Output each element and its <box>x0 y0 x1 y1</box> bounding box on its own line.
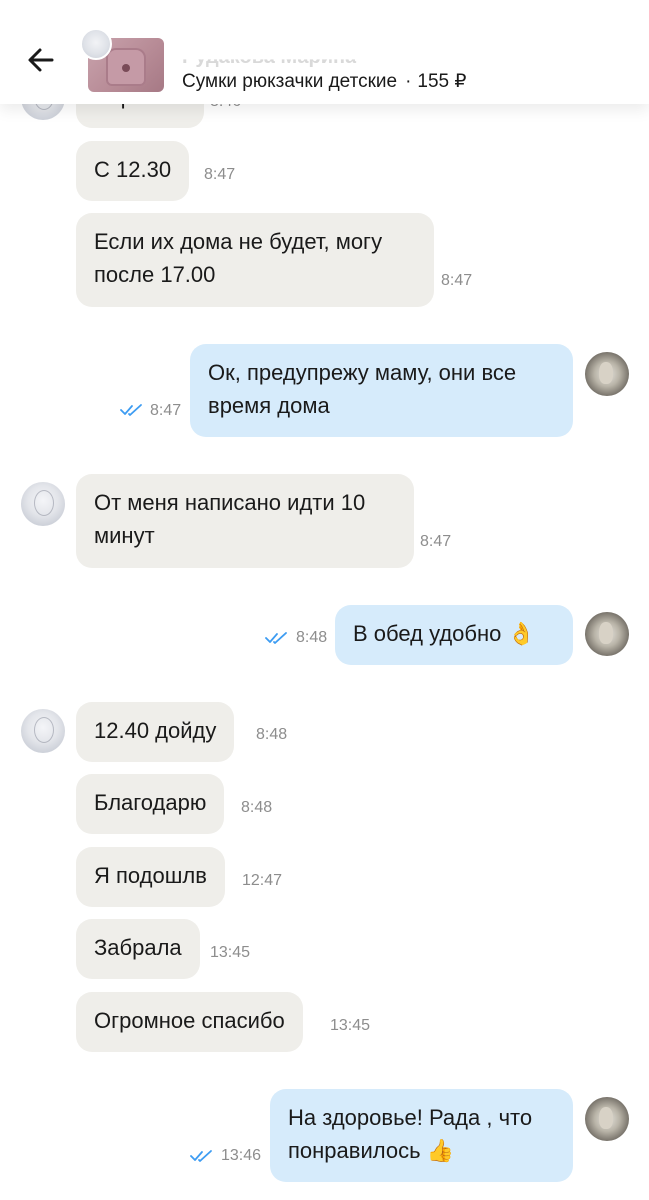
seller-name[interactable]: Рудакова Марина <box>182 59 356 69</box>
arrow-left-icon <box>28 48 54 72</box>
thumbs-up-emoji: 👍 <box>426 1138 455 1163</box>
back-button[interactable] <box>22 40 62 80</box>
seller-avatar <box>21 709 65 753</box>
my-avatar <box>585 612 629 656</box>
message-time: 8:48 <box>256 726 288 743</box>
message-time: 8:47 <box>204 166 236 183</box>
message-text: От меня написано идти 10 <box>94 490 366 515</box>
message-text: время дома <box>208 393 330 418</box>
message-text: Благодарю <box>94 790 207 815</box>
double-check-icon <box>265 632 287 644</box>
message-time: 8:47 <box>441 272 473 289</box>
listing-price: 155 ₽ <box>417 71 467 92</box>
double-check-icon <box>190 1150 212 1162</box>
message-text: С 12.30 <box>94 157 172 182</box>
message-text: На здоровье! Рада , что <box>288 1105 533 1130</box>
seller-avatar[interactable] <box>80 28 112 60</box>
message-text: понравилось <box>288 1138 421 1163</box>
message-bubble-incoming: Забрала <box>76 919 200 979</box>
message-bubble-incoming: От меня написано идти 10 минут <box>76 474 414 568</box>
listing-summary[interactable]: Сумки рюкзачки детские · 155 ₽ <box>182 70 467 93</box>
seller-avatar <box>21 482 65 526</box>
listing-title: Сумки рюкзачки детские <box>182 71 398 92</box>
message-text: минут <box>94 523 155 548</box>
message-bubble-incoming: Я подошлв <box>76 847 225 907</box>
message-time: 12:47 <box>242 872 283 889</box>
message-bubble-incoming: 12.40 дойду <box>76 702 235 762</box>
message-time: 13:45 <box>210 944 251 961</box>
message-text: Ок, предупрежу маму, они все <box>208 360 517 385</box>
message-text: Огромное спасибо <box>94 1008 285 1033</box>
message-bubble-incoming: Благодарю <box>76 774 225 834</box>
separator: · <box>405 71 412 92</box>
message-text: после 17.00 <box>94 262 216 287</box>
message-bubble-outgoing: Ок, предупрежу маму, они все время дома <box>190 344 573 437</box>
ok-hand-emoji: 👌 <box>507 621 535 646</box>
message-time: 8:47 <box>150 402 182 419</box>
message-bubble-incoming: С 12.30 <box>76 141 190 201</box>
chat-header: Рудакова Марина Сумки рюкзачки детские · 1… <box>0 0 649 104</box>
message-bubble-incoming: Огромное спасибо <box>76 992 303 1052</box>
message-time: 13:45 <box>330 1017 371 1034</box>
message-text: 12.40 дойду <box>94 718 217 743</box>
my-avatar <box>585 1097 629 1141</box>
message-time: 8:48 <box>241 799 273 816</box>
message-bubble-incoming: Если их дома не будет, могу после 17.00 <box>76 213 434 307</box>
message-text: В обед удобно <box>353 621 502 646</box>
message-time: 8:48 <box>296 629 328 646</box>
my-avatar <box>585 352 629 396</box>
double-check-icon <box>120 404 142 416</box>
message-time: 8:47 <box>420 533 452 550</box>
message-bubble-outgoing: В обед удобно 👌 <box>335 605 573 665</box>
message-text: Если их дома не будет, могу <box>94 229 383 254</box>
message-text: Забрала <box>94 935 182 960</box>
message-time: 13:46 <box>221 1147 262 1164</box>
message-bubble-outgoing: На здоровье! Рада , что понравилось 👍 <box>270 1089 573 1182</box>
message-text: Я подошлв <box>94 863 207 888</box>
